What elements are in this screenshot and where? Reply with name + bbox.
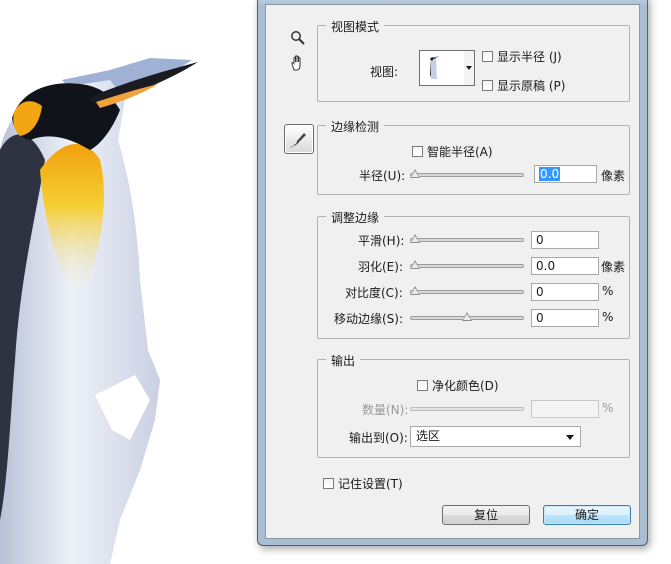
smooth-input[interactable]: 0 bbox=[531, 231, 599, 249]
contrast-input[interactable]: 0 bbox=[531, 283, 599, 301]
smart-radius-checkbox[interactable]: 智能半径(A) bbox=[412, 143, 493, 160]
view-mode-title: 视图模式 bbox=[326, 18, 385, 35]
slider-thumb[interactable] bbox=[410, 169, 420, 178]
smooth-input-value: 0 bbox=[536, 233, 544, 247]
show-original-checkbox[interactable]: 显示原稿 (P) bbox=[482, 77, 565, 94]
shift-edge-input[interactable]: 0 bbox=[531, 309, 599, 327]
view-mode-thumbnail[interactable] bbox=[419, 50, 465, 86]
show-radius-label: 显示半径 (J) bbox=[497, 50, 562, 64]
checkbox-box[interactable] bbox=[482, 51, 493, 62]
slider-track[interactable] bbox=[410, 264, 524, 268]
edge-detection-title: 边缘检测 bbox=[326, 118, 385, 135]
output-to-value: 选区 bbox=[416, 429, 441, 443]
output-title: 输出 bbox=[326, 352, 361, 369]
radius-slider[interactable] bbox=[410, 169, 524, 180]
shift-edge-slider[interactable] bbox=[410, 312, 524, 323]
view-label: 视图: bbox=[370, 65, 399, 79]
checkbox-box[interactable] bbox=[417, 380, 428, 391]
checkbox-box[interactable] bbox=[412, 146, 423, 157]
ok-button[interactable]: 确定 bbox=[543, 505, 631, 525]
checkbox-box[interactable] bbox=[323, 478, 334, 489]
slider-thumb[interactable] bbox=[410, 260, 420, 269]
reset-button[interactable]: 复位 bbox=[442, 505, 530, 525]
feather-unit: 像素 bbox=[601, 260, 626, 274]
radius-input-value: 0.0 bbox=[539, 167, 561, 181]
contrast-slider[interactable] bbox=[410, 286, 524, 297]
radius-unit: 像素 bbox=[601, 169, 626, 183]
dialog-client-area: 视图模式 视图: 显示半径 (J) 显示原稿 (P) 边缘检测 智能半径(A) … bbox=[265, 4, 640, 539]
slider-thumb[interactable] bbox=[410, 286, 420, 295]
remember-settings-label: 记住设置(T) bbox=[338, 477, 403, 491]
edge-detection-group: 边缘检测 bbox=[317, 118, 630, 195]
checkbox-box[interactable] bbox=[482, 80, 493, 91]
smooth-label: 平滑(H): bbox=[358, 234, 405, 248]
contrast-unit: % bbox=[602, 284, 614, 298]
remember-settings-checkbox[interactable]: 记住设置(T) bbox=[323, 475, 403, 492]
feather-label: 羽化(E): bbox=[358, 260, 403, 274]
slider-thumb[interactable] bbox=[462, 312, 472, 321]
slider-track[interactable] bbox=[410, 238, 524, 242]
contrast-label: 对比度(C): bbox=[345, 286, 403, 300]
smooth-slider[interactable] bbox=[410, 234, 524, 245]
feather-input[interactable]: 0.0 bbox=[531, 257, 599, 275]
feather-input-value: 0.0 bbox=[536, 259, 556, 273]
amount-slider[interactable] bbox=[410, 404, 524, 414]
view-mode-dropdown-button[interactable] bbox=[464, 50, 475, 86]
slider-track[interactable] bbox=[410, 290, 524, 294]
contrast-input-value: 0 bbox=[536, 285, 544, 299]
slider-thumb[interactable] bbox=[410, 234, 420, 243]
smart-radius-label: 智能半径(A) bbox=[427, 145, 493, 159]
amount-unit: % bbox=[602, 401, 614, 415]
amount-label: 数量(N): bbox=[362, 403, 409, 417]
radius-label: 半径(U): bbox=[359, 169, 406, 183]
chevron-down-icon bbox=[466, 66, 472, 70]
adjust-edge-title: 调整边缘 bbox=[326, 209, 385, 226]
penguin-image-canvas bbox=[0, 58, 198, 564]
radius-input[interactable]: 0.0 bbox=[534, 165, 597, 183]
amount-input[interactable] bbox=[531, 400, 599, 418]
slider-track[interactable] bbox=[410, 173, 524, 177]
slider-track[interactable] bbox=[410, 407, 524, 411]
output-to-label: 输出到(O): bbox=[349, 431, 408, 445]
decontaminate-checkbox[interactable]: 净化颜色(D) bbox=[417, 377, 499, 394]
shift-edge-unit: % bbox=[602, 310, 614, 324]
output-to-select[interactable]: 选区 bbox=[410, 426, 581, 447]
shift-edge-input-value: 0 bbox=[536, 311, 544, 325]
show-original-label: 显示原稿 (P) bbox=[497, 79, 566, 93]
feather-slider[interactable] bbox=[410, 260, 524, 271]
decontaminate-label: 净化颜色(D) bbox=[432, 379, 499, 393]
zoom-tool-icon[interactable] bbox=[287, 27, 309, 49]
refine-edge-dialog: 视图模式 视图: 显示半径 (J) 显示原稿 (P) 边缘检测 智能半径(A) … bbox=[257, 0, 648, 546]
hand-tool-icon[interactable] bbox=[287, 52, 309, 74]
refine-radius-brush-icon[interactable] bbox=[284, 124, 314, 154]
chevron-down-icon bbox=[566, 435, 574, 440]
show-radius-checkbox[interactable]: 显示半径 (J) bbox=[482, 48, 562, 65]
shift-edge-label: 移动边缘(S): bbox=[334, 312, 404, 326]
